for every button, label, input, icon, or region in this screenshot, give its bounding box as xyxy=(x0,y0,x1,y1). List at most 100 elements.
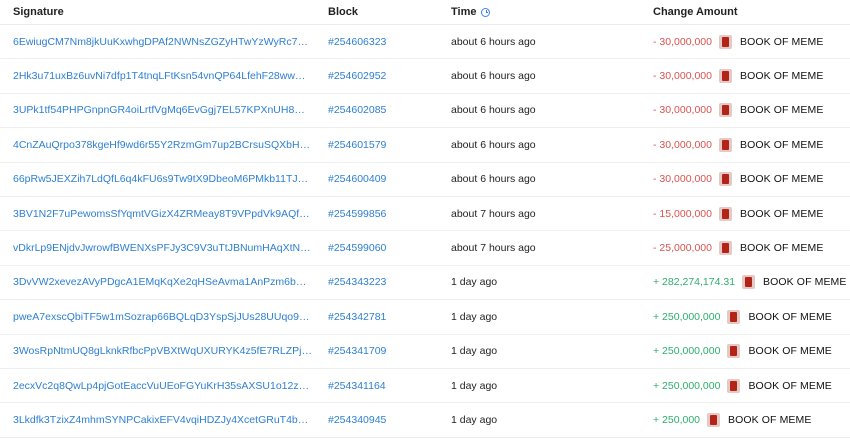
token-icon xyxy=(718,34,732,49)
time-cell: 1 day ago xyxy=(438,276,639,288)
signature-link[interactable]: 6EwiugCM7Nm8jkUuKxwhgDPAf2NWNsZGZyHTwYzW… xyxy=(13,36,313,48)
amount-value: + 250,000,000 xyxy=(653,379,721,392)
block-link[interactable]: #254341164 xyxy=(328,380,438,392)
block-link[interactable]: #254599856 xyxy=(328,208,438,220)
time-cell: about 6 hours ago xyxy=(438,70,639,82)
time-cell: about 6 hours ago xyxy=(438,36,639,48)
amount-value: - 30,000,000 xyxy=(653,138,712,151)
block-cell: #254341164 xyxy=(314,380,438,392)
signature-link[interactable]: 2ecxVc2q8QwLp4pjGotEaccVuUEoFGYuKrH35sAX… xyxy=(13,380,313,392)
block-link[interactable]: #254341709 xyxy=(328,345,438,357)
block-link[interactable]: #254601579 xyxy=(328,139,438,151)
block-link[interactable]: #254340945 xyxy=(328,414,438,426)
table-row: 3Lkdfk3TzixZ4mhmSYNPCakixEFV4vqiHDZJy4Xc… xyxy=(0,403,850,438)
signature-cell: 3UPk1tf54PHPGnpnGR4oiLrtfVgMq6EvGgj7EL57… xyxy=(0,104,314,116)
signature-link[interactable]: 3BV1N2F7uPewomsSfYqmtVGizX4ZRMeay8T9VPpd… xyxy=(13,208,313,220)
info-icon[interactable] xyxy=(481,7,491,17)
table-row: 3DvVW2xevezAVyPDgcA1EMqKqXe2qHSeAvma1AnP… xyxy=(0,266,850,301)
change-amount-cell: - 15,000,000 BOOK OF MEME xyxy=(639,206,850,221)
token-name[interactable]: BOOK OF MEME xyxy=(728,414,811,426)
amount-value: - 30,000,000 xyxy=(653,70,712,83)
token-icon xyxy=(727,344,741,359)
header-time: Time xyxy=(438,6,639,18)
block-cell: #254599856 xyxy=(314,208,438,220)
signature-link[interactable]: 3WosRpNtmUQ8gLknkRfbcPpVBXtWqUXURYK4z5fE… xyxy=(13,345,313,357)
token-icon xyxy=(718,69,732,84)
block-cell: #254341709 xyxy=(314,345,438,357)
token-name[interactable]: BOOK OF MEME xyxy=(740,139,823,151)
block-cell: #254606323 xyxy=(314,36,438,48)
block-link[interactable]: #254343223 xyxy=(328,276,438,288)
table-body: 6EwiugCM7Nm8jkUuKxwhgDPAf2NWNsZGZyHTwYzW… xyxy=(0,25,850,438)
block-cell: #254602085 xyxy=(314,104,438,116)
time-cell: 1 day ago xyxy=(438,380,639,392)
token-name[interactable]: BOOK OF MEME xyxy=(740,36,823,48)
block-cell: #254343223 xyxy=(314,276,438,288)
table-row: 4CnZAuQrpo378kgeHf9wd6r55Y2RzmGm7up2BCrs… xyxy=(0,128,850,163)
amount-value: + 282,274,174.31 xyxy=(653,276,736,289)
change-amount-cell: - 30,000,000 BOOK OF MEME xyxy=(639,172,850,187)
block-cell: #254599060 xyxy=(314,242,438,254)
signature-link[interactable]: vDkrLp9ENjdvJwrowfBWENXsPFJy3C9V3uTtJBNu… xyxy=(13,242,313,254)
block-link[interactable]: #254602952 xyxy=(328,70,438,82)
table-row: vDkrLp9ENjdvJwrowfBWENXsPFJy3C9V3uTtJBNu… xyxy=(0,231,850,266)
signature-cell: 6EwiugCM7Nm8jkUuKxwhgDPAf2NWNsZGZyHTwYzW… xyxy=(0,36,314,48)
token-icon xyxy=(718,137,732,152)
amount-value: + 250,000,000 xyxy=(653,345,721,358)
block-cell: #254342781 xyxy=(314,311,438,323)
block-link[interactable]: #254606323 xyxy=(328,36,438,48)
change-amount-cell: + 250,000,000 BOOK OF MEME xyxy=(639,378,850,393)
table-row: 2ecxVc2q8QwLp4pjGotEaccVuUEoFGYuKrH35sAX… xyxy=(0,369,850,404)
token-name[interactable]: BOOK OF MEME xyxy=(740,242,823,254)
signature-link[interactable]: 2Hk3u71uxBz6uvNi7dfp1T4tnqLFtKsn54vnQP64… xyxy=(13,70,313,82)
signature-link[interactable]: 4CnZAuQrpo378kgeHf9wd6r55Y2RzmGm7up2BCrs… xyxy=(13,139,313,151)
time-text: 1 day ago xyxy=(451,345,498,358)
signature-link[interactable]: 66pRw5JEXZih7LdQfL6q4kFU6s9Tw9tX9DbeoM6P… xyxy=(13,173,313,185)
signature-cell: 3Lkdfk3TzixZ4mhmSYNPCakixEFV4vqiHDZJy4Xc… xyxy=(0,414,314,426)
table-row: 3BV1N2F7uPewomsSfYqmtVGizX4ZRMeay8T9VPpd… xyxy=(0,197,850,232)
header-block: Block xyxy=(328,6,358,18)
block-link[interactable]: #254600409 xyxy=(328,173,438,185)
signature-link[interactable]: 3DvVW2xevezAVyPDgcA1EMqKqXe2qHSeAvma1AnP… xyxy=(13,276,313,288)
token-icon xyxy=(718,172,732,187)
block-cell: #254602952 xyxy=(314,70,438,82)
time-text: about 6 hours ago xyxy=(451,173,536,186)
signature-link[interactable]: pweA7exscQbiTF5w1mSozrap66BQLqD3YspSjJUs… xyxy=(13,311,313,323)
signature-cell: pweA7exscQbiTF5w1mSozrap66BQLqD3YspSjJUs… xyxy=(0,311,314,323)
time-text: 1 day ago xyxy=(451,276,498,289)
time-text: about 7 hours ago xyxy=(451,207,536,220)
table-row: 6EwiugCM7Nm8jkUuKxwhgDPAf2NWNsZGZyHTwYzW… xyxy=(0,25,850,60)
token-name[interactable]: BOOK OF MEME xyxy=(740,208,823,220)
token-name[interactable]: BOOK OF MEME xyxy=(740,104,823,116)
block-link[interactable]: #254602085 xyxy=(328,104,438,116)
token-name[interactable]: BOOK OF MEME xyxy=(748,345,831,357)
signature-link[interactable]: 3UPk1tf54PHPGnpnGR4oiLrtfVgMq6EvGgj7EL57… xyxy=(13,104,313,116)
amount-value: - 30,000,000 xyxy=(653,35,712,48)
block-cell: #254601579 xyxy=(314,139,438,151)
token-icon xyxy=(742,275,756,290)
time-text: about 6 hours ago xyxy=(451,138,536,151)
time-cell: 1 day ago xyxy=(438,414,639,426)
token-name[interactable]: BOOK OF MEME xyxy=(748,380,831,392)
signature-link[interactable]: 3Lkdfk3TzixZ4mhmSYNPCakixEFV4vqiHDZJy4Xc… xyxy=(13,414,313,426)
time-cell: about 6 hours ago xyxy=(438,104,639,116)
block-link[interactable]: #254599060 xyxy=(328,242,438,254)
token-name[interactable]: BOOK OF MEME xyxy=(740,70,823,82)
token-icon xyxy=(727,378,741,393)
amount-value: - 25,000,000 xyxy=(653,242,712,255)
signature-cell: 4CnZAuQrpo378kgeHf9wd6r55Y2RzmGm7up2BCrs… xyxy=(0,139,314,151)
signature-cell: 2Hk3u71uxBz6uvNi7dfp1T4tnqLFtKsn54vnQP64… xyxy=(0,70,314,82)
time-text: 1 day ago xyxy=(451,379,498,392)
token-name[interactable]: BOOK OF MEME xyxy=(740,173,823,185)
block-cell: #254340945 xyxy=(314,414,438,426)
block-cell: #254600409 xyxy=(314,173,438,185)
time-cell: 1 day ago xyxy=(438,345,639,357)
time-text: 1 day ago xyxy=(451,310,498,323)
time-cell: 1 day ago xyxy=(438,311,639,323)
block-link[interactable]: #254342781 xyxy=(328,311,438,323)
time-text: about 6 hours ago xyxy=(451,35,536,48)
token-name[interactable]: BOOK OF MEME xyxy=(763,276,846,288)
token-name[interactable]: BOOK OF MEME xyxy=(748,311,831,323)
change-amount-cell: + 250,000,000 BOOK OF MEME xyxy=(639,344,850,359)
table-row: 2Hk3u71uxBz6uvNi7dfp1T4tnqLFtKsn54vnQP64… xyxy=(0,59,850,94)
